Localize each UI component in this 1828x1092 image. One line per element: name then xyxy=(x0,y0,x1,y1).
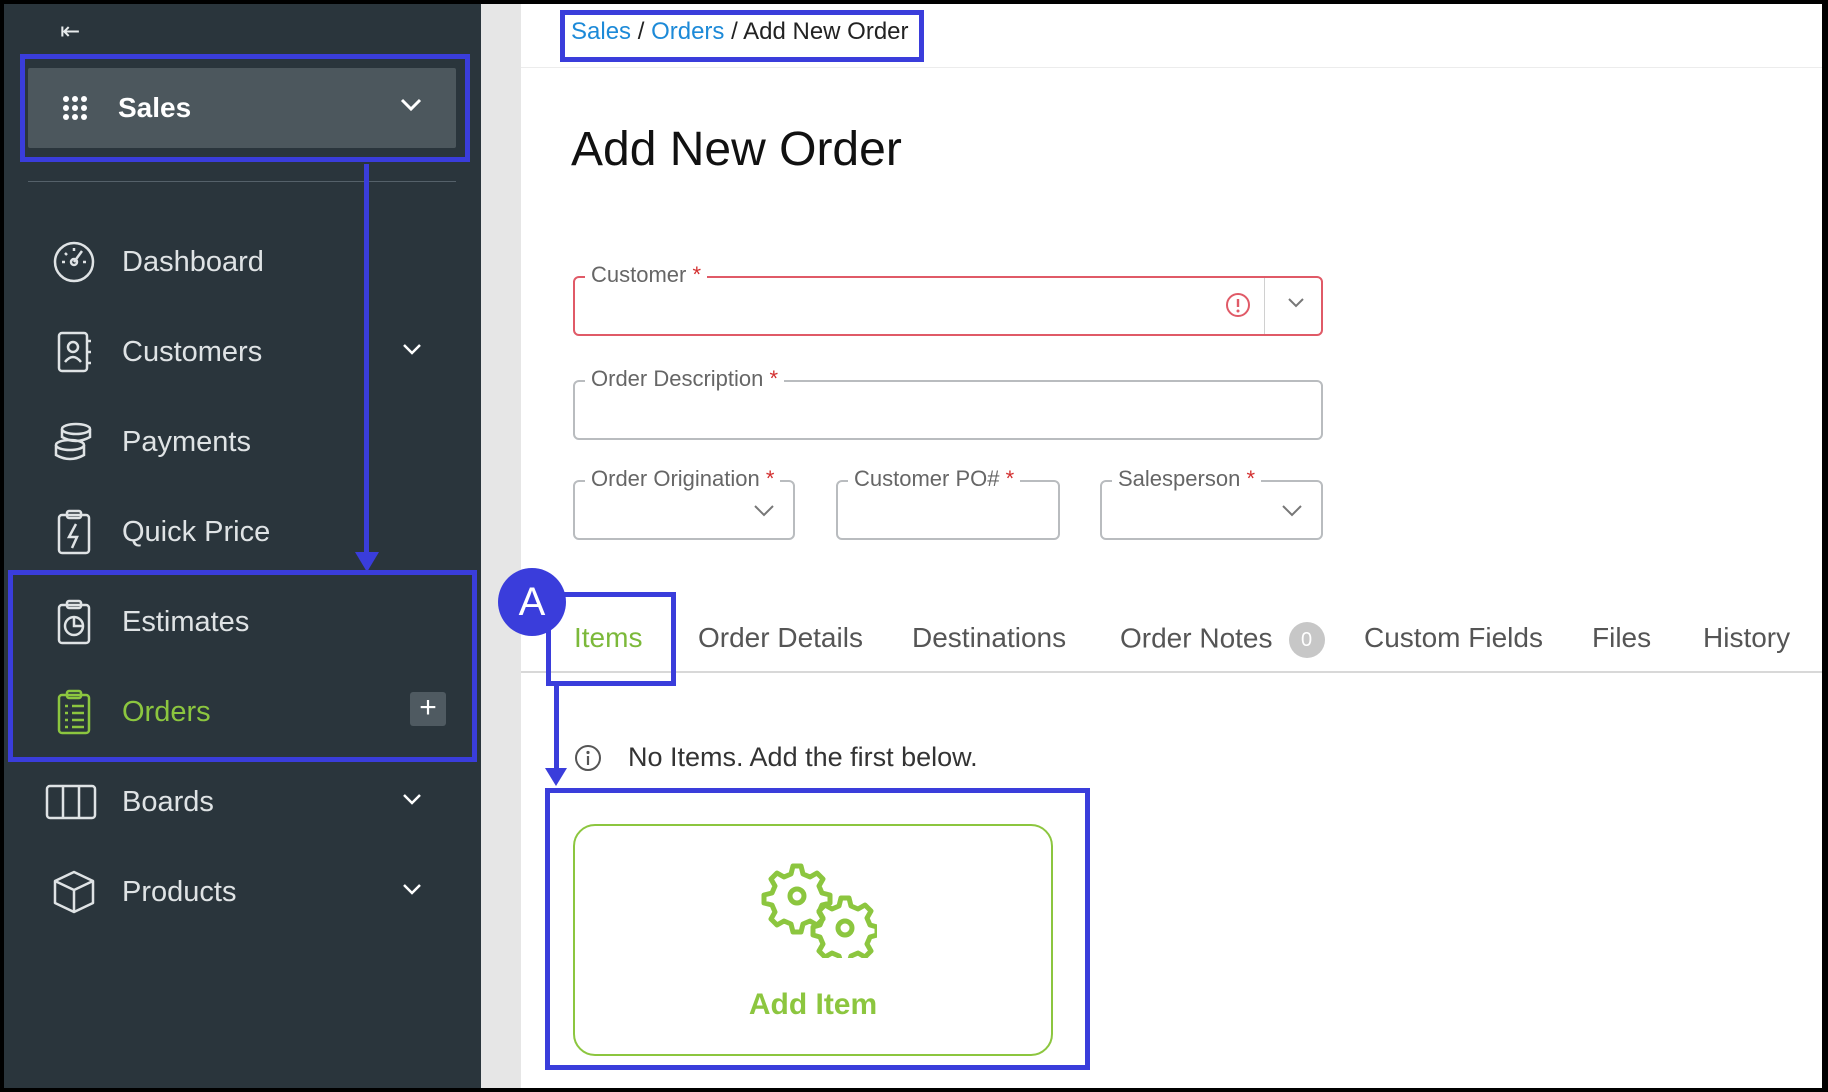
breadcrumb-sales-link[interactable]: Sales xyxy=(571,18,631,45)
customer-po-field[interactable]: Customer PO# * xyxy=(836,466,1060,540)
dropdown-separator xyxy=(1264,278,1265,334)
salesperson-label: Salesperson * xyxy=(1112,466,1261,492)
sidebar-item-label: Boards xyxy=(122,786,214,818)
breadcrumb-orders-link[interactable]: Orders xyxy=(651,18,724,45)
arrow-head-icon xyxy=(355,552,379,572)
sidebar-divider xyxy=(28,181,456,182)
breadcrumb-separator: / xyxy=(631,18,652,45)
empty-items-text: No Items. Add the first below. xyxy=(628,742,978,772)
breadcrumb: Sales / Orders / Add New Order xyxy=(571,18,909,46)
grid-icon xyxy=(62,95,88,126)
sidebar-item-label: Products xyxy=(122,876,237,908)
chevron-down-icon[interactable] xyxy=(753,504,775,523)
sidebar-item-estimates[interactable]: Estimates xyxy=(4,584,474,660)
chevron-down-icon[interactable] xyxy=(1287,296,1305,314)
sidebar-item-label: Orders xyxy=(122,696,211,728)
info-icon xyxy=(574,744,602,779)
quick-price-icon xyxy=(50,508,98,556)
order-tabs: Items Order Details Destinations Order N… xyxy=(521,611,1822,686)
sidebar-item-customers[interactable]: Customers xyxy=(4,314,474,390)
add-item-button[interactable]: Add Item xyxy=(573,824,1053,1056)
module-switcher[interactable]: Sales xyxy=(28,68,456,148)
main-content: Sales / Orders / Add New Order Add New O… xyxy=(521,4,1822,1088)
sidebar-item-boards[interactable]: Boards xyxy=(4,764,474,840)
contacts-icon xyxy=(50,328,98,376)
order-origination-label: Order Origination * xyxy=(585,466,781,492)
sidebar-item-quick-price[interactable]: Quick Price xyxy=(4,494,474,570)
sidebar-item-label: Customers xyxy=(122,336,263,368)
sidebar-item-dashboard[interactable]: Dashboard xyxy=(4,224,474,300)
orders-clipboard-icon xyxy=(50,688,98,736)
header-divider xyxy=(521,67,1822,68)
active-tab-indicator xyxy=(574,681,643,686)
sidebar-gutter xyxy=(481,4,521,1088)
breadcrumb-separator: / xyxy=(724,18,744,45)
salesperson-select[interactable]: Salesperson * xyxy=(1100,466,1323,540)
chevron-down-icon[interactable] xyxy=(1281,504,1303,523)
breadcrumb-current: Add New Order xyxy=(743,18,909,45)
chevron-down-icon[interactable] xyxy=(402,792,422,810)
sidebar: ⇤ Sales Dashboard Customers Payments Qui… xyxy=(4,4,481,1088)
page-title: Add New Order xyxy=(571,123,902,176)
sidebar-item-label: Payments xyxy=(122,426,251,458)
order-description-field[interactable]: Order Description * xyxy=(573,366,1323,440)
sidebar-item-payments[interactable]: Payments xyxy=(4,404,474,480)
module-switcher-label: Sales xyxy=(118,92,192,123)
payments-coins-icon xyxy=(50,418,98,466)
sidebar-item-label: Quick Price xyxy=(122,516,271,548)
add-order-button[interactable]: + xyxy=(410,692,446,726)
chevron-down-icon[interactable] xyxy=(402,342,422,360)
customer-field-label: Customer * xyxy=(585,262,708,288)
boards-icon xyxy=(44,778,97,826)
chevron-down-icon xyxy=(400,98,422,117)
sidebar-item-products[interactable]: Products xyxy=(4,854,474,930)
arrow-head-icon xyxy=(545,768,567,786)
sidebar-item-label: Dashboard xyxy=(122,246,264,278)
add-item-label: Add Item xyxy=(748,988,878,1021)
estimates-clipboard-icon xyxy=(50,598,98,646)
chevron-down-icon[interactable] xyxy=(402,882,422,900)
notes-count-badge: 0 xyxy=(1288,622,1325,658)
order-origination-select[interactable]: Order Origination * xyxy=(573,466,795,540)
customer-field[interactable]: Customer * xyxy=(573,262,1323,336)
error-icon xyxy=(1225,292,1251,323)
sidebar-item-orders[interactable]: Orders xyxy=(4,674,474,750)
sidebar-item-label: Estimates xyxy=(122,606,250,638)
app-window: ⇤ Sales Dashboard Customers Payments Qui… xyxy=(4,4,1822,1088)
gears-icon xyxy=(757,858,880,966)
customer-po-label: Customer PO# * xyxy=(848,466,1021,492)
tabs-divider xyxy=(521,671,1822,673)
collapse-sidebar-icon[interactable]: ⇤ xyxy=(60,18,80,46)
products-box-icon xyxy=(50,868,98,916)
dashboard-gauge-icon xyxy=(50,238,98,286)
order-description-label: Order Description * xyxy=(585,366,785,392)
